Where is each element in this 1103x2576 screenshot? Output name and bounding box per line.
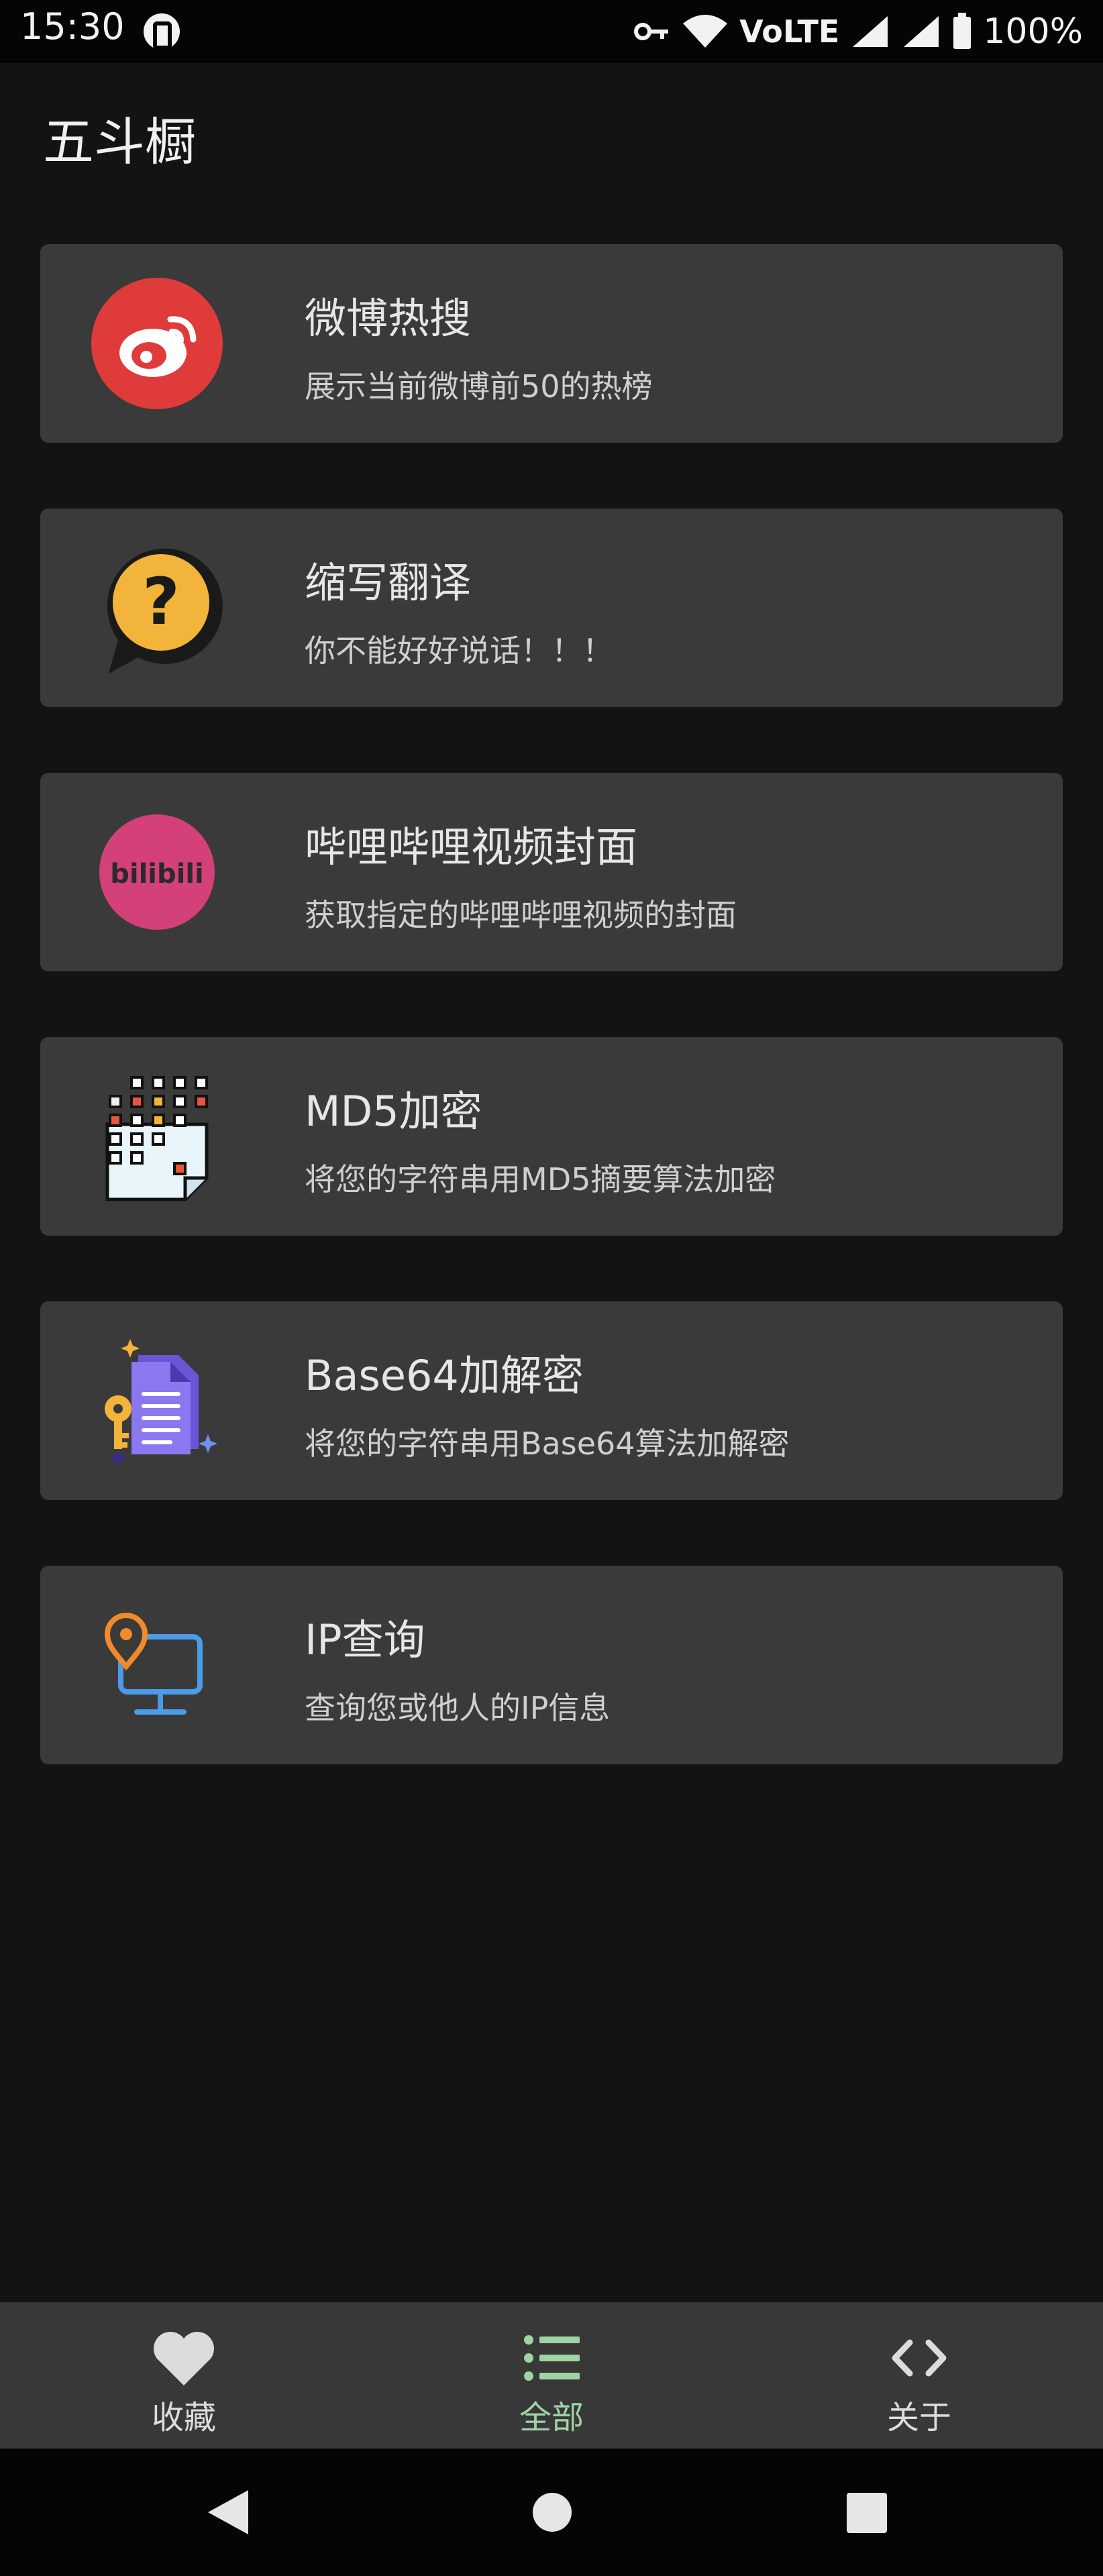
- weibo-icon: [91, 278, 223, 409]
- card-abbreviation[interactable]: ? 缩写翻译 你不能好好说话！！！: [40, 508, 1063, 707]
- battery-percent: 100%: [983, 11, 1083, 52]
- vpn-key-icon: [634, 23, 669, 40]
- nav-label: 关于: [886, 2399, 951, 2436]
- document-key-icon: [105, 1339, 217, 1466]
- card-title: 微博热搜: [305, 294, 472, 343]
- page-title: 五斗橱: [43, 112, 196, 172]
- heart-icon: [154, 2332, 214, 2385]
- status-icons: VoLTE 100%: [633, 0, 1083, 63]
- question-bubble-icon: ?: [107, 548, 223, 674]
- home-icon[interactable]: [531, 2491, 573, 2533]
- nav-about[interactable]: 关于: [819, 2302, 1020, 2449]
- list-icon: [524, 2335, 580, 2381]
- card-description: 将您的字符串用Base64算法加解密: [305, 1426, 790, 1462]
- card-bilibili[interactable]: bilibili 哔哩哔哩视频封面 获取指定的哔哩哔哩视频的封面: [40, 773, 1063, 971]
- card-description: 你不能好好说话！！！: [305, 633, 613, 669]
- card-title: 缩写翻译: [305, 558, 472, 607]
- svg-text:bilibili: bilibili: [110, 859, 204, 890]
- status-time: 15:30: [20, 5, 125, 48]
- code-icon: [892, 2339, 947, 2377]
- nav-label: 全部: [519, 2399, 584, 2436]
- recents-icon[interactable]: [847, 2493, 887, 2533]
- card-weibo[interactable]: 微博热搜 展示当前微博前50的热榜: [40, 244, 1063, 443]
- ip-monitor-icon: [104, 1613, 203, 1715]
- tool-list: 微博热搜 展示当前微博前50的热榜 ? 缩写翻译 你不能好好说话！！！ bili…: [40, 244, 1063, 1830]
- bilibili-icon: bilibili: [99, 814, 215, 930]
- card-title: Base64加解密: [305, 1351, 584, 1400]
- bottom-navigation: 收藏 全部 关于: [0, 2302, 1103, 2449]
- status-bar: 15:30 VoLTE 100%: [0, 0, 1103, 63]
- md5-grid-icon: [105, 1076, 209, 1201]
- signal-1-icon: [853, 16, 888, 47]
- wifi-icon: [683, 15, 728, 48]
- card-md5[interactable]: MD5加密 将您的字符串用MD5摘要算法加密: [40, 1037, 1063, 1236]
- card-description: 查询您或他人的IP信息: [305, 1690, 611, 1726]
- nav-label: 收藏: [151, 2399, 216, 2436]
- battery-icon: [953, 13, 971, 49]
- card-title: MD5加密: [305, 1087, 482, 1136]
- volte-label: VoLTE: [739, 13, 840, 50]
- system-navigation-bar: [0, 2449, 1103, 2576]
- card-description: 展示当前微博前50的热榜: [305, 368, 653, 405]
- card-description: 将您的字符串用MD5摘要算法加密: [305, 1161, 776, 1197]
- card-title: 哔哩哔哩视频封面: [305, 822, 638, 871]
- notification-icon: [144, 13, 180, 50]
- card-description: 获取指定的哔哩哔哩视频的封面: [305, 897, 737, 933]
- nav-all[interactable]: 全部: [451, 2302, 652, 2449]
- card-base64[interactable]: Base64加解密 将您的字符串用Base64算法加解密: [40, 1301, 1063, 1500]
- nav-favorites[interactable]: 收藏: [83, 2302, 284, 2449]
- card-ip-lookup[interactable]: IP查询 查询您或他人的IP信息: [40, 1566, 1063, 1764]
- signal-2-icon: [904, 16, 939, 47]
- card-title: IP查询: [305, 1615, 425, 1664]
- svg-text:?: ?: [142, 564, 180, 639]
- back-icon[interactable]: [205, 2487, 251, 2537]
